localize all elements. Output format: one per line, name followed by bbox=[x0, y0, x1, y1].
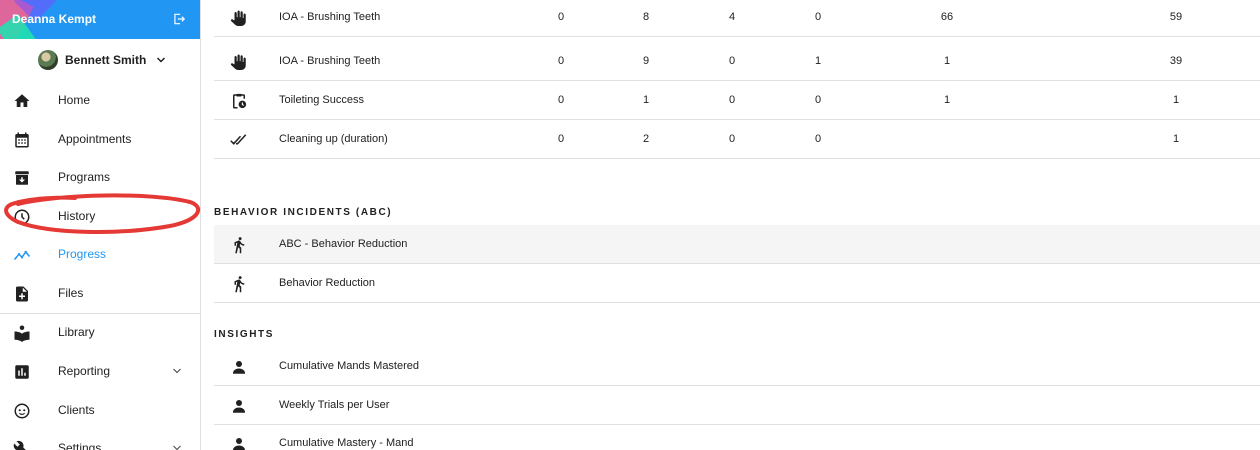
table-row[interactable]: Toileting Success 0 1 0 0 1 1 bbox=[214, 81, 1260, 120]
nav-label: Home bbox=[58, 93, 91, 107]
section-title-insights: INSIGHTS bbox=[214, 329, 275, 340]
cell-value: 1 bbox=[1172, 133, 1180, 145]
cell-value: 0 bbox=[728, 55, 736, 67]
row-name: Behavior Reduction bbox=[279, 277, 376, 289]
nav-progress[interactable]: Progress bbox=[0, 235, 200, 273]
cell-value: 0 bbox=[557, 11, 565, 23]
file-add-icon bbox=[16, 286, 28, 302]
clipboard-clock-icon bbox=[233, 93, 247, 109]
nav-label: Settings bbox=[58, 441, 102, 450]
avatar bbox=[38, 50, 58, 70]
section-title-behavior: BEHAVIOR INCIDENTS (ABC) bbox=[214, 207, 393, 218]
nav-appointments[interactable]: Appointments bbox=[0, 120, 200, 158]
row-name: Cumulative Mastery - Mand bbox=[279, 437, 414, 449]
sidebar-header: Deanna Kempt bbox=[0, 0, 200, 39]
cell-value: 2 bbox=[642, 133, 650, 145]
table-row[interactable]: IOA - Brushing Teeth 0 8 4 0 66 59 bbox=[214, 0, 1260, 37]
running-person-icon bbox=[234, 237, 245, 254]
face-icon bbox=[14, 403, 30, 419]
nav-clients[interactable]: Clients bbox=[0, 391, 200, 429]
list-item[interactable]: Weekly Trials per User bbox=[214, 386, 1260, 425]
row-name: IOA - Brushing Teeth bbox=[279, 55, 381, 67]
row-name: Weekly Trials per User bbox=[279, 399, 390, 411]
nav-label: Appointments bbox=[58, 132, 132, 146]
cell-value: 1 bbox=[943, 55, 951, 67]
nav-reporting[interactable]: Reporting bbox=[0, 352, 200, 390]
nav-label: Progress bbox=[58, 247, 107, 261]
cell-value: 0 bbox=[557, 94, 565, 106]
list-item[interactable]: Cumulative Mastery - Mand bbox=[214, 424, 1260, 450]
hand-icon bbox=[230, 10, 246, 26]
table-row[interactable]: Cleaning up (duration) 0 2 0 0 1 bbox=[214, 120, 1260, 159]
row-name: IOA - Brushing Teeth bbox=[279, 11, 381, 23]
annotation-circle bbox=[4, 193, 201, 234]
profile-name: Bennett Smith bbox=[65, 53, 147, 67]
cell-value: 0 bbox=[728, 94, 736, 106]
logout-icon[interactable] bbox=[172, 12, 186, 26]
book-reader-icon bbox=[14, 325, 30, 342]
list-item[interactable]: Cumulative Mands Mastered bbox=[214, 347, 1260, 386]
cell-value: 1 bbox=[642, 94, 650, 106]
list-item[interactable]: Behavior Reduction bbox=[214, 264, 1260, 303]
wrench-icon bbox=[13, 440, 26, 450]
cell-value: 39 bbox=[1169, 55, 1183, 67]
bar-chart-icon bbox=[15, 365, 29, 379]
cell-value: 0 bbox=[814, 133, 822, 145]
running-person-icon bbox=[234, 276, 245, 293]
chevron-down-icon bbox=[157, 57, 166, 63]
row-name: Cumulative Mands Mastered bbox=[279, 360, 420, 372]
nav-settings[interactable]: Settings bbox=[0, 429, 200, 450]
cell-value: 66 bbox=[940, 11, 954, 23]
cell-value: 0 bbox=[557, 55, 565, 67]
cell-value: 0 bbox=[557, 133, 565, 145]
home-icon bbox=[14, 94, 30, 107]
current-user-name: Deanna Kempt bbox=[12, 12, 97, 26]
nav-label: Clients bbox=[58, 403, 95, 417]
cell-value: 9 bbox=[642, 55, 650, 67]
cell-value: 0 bbox=[814, 94, 822, 106]
row-name: Toileting Success bbox=[279, 94, 364, 106]
hand-icon bbox=[230, 54, 246, 70]
cell-value: 4 bbox=[728, 11, 736, 23]
row-name: ABC - Behavior Reduction bbox=[279, 238, 408, 250]
row-name: Cleaning up (duration) bbox=[279, 133, 388, 145]
chevron-down-icon bbox=[173, 445, 181, 450]
chevron-down-icon bbox=[173, 368, 181, 374]
cell-value: 59 bbox=[1169, 11, 1183, 23]
nav-label: Programs bbox=[58, 170, 111, 184]
cell-value: 0 bbox=[814, 11, 822, 23]
main-content: IOA - Brushing Teeth 0 8 4 0 66 59 IOA -… bbox=[201, 0, 1260, 450]
double-check-icon bbox=[230, 134, 247, 145]
person-icon bbox=[233, 438, 245, 450]
nav-files[interactable]: Files bbox=[0, 274, 200, 312]
archive-icon bbox=[15, 171, 29, 185]
nav-label: Files bbox=[58, 286, 84, 300]
cell-value: 1 bbox=[943, 94, 951, 106]
person-icon bbox=[233, 400, 245, 413]
nav-label: Library bbox=[58, 325, 95, 339]
cell-value: 0 bbox=[728, 133, 736, 145]
trending-icon bbox=[13, 250, 31, 260]
nav-label: Reporting bbox=[58, 364, 111, 378]
cell-value: 1 bbox=[814, 55, 822, 67]
cell-value: 1 bbox=[1172, 94, 1180, 106]
list-item[interactable]: ABC - Behavior Reduction bbox=[214, 225, 1260, 264]
person-icon bbox=[233, 361, 245, 374]
nav-library[interactable]: Library bbox=[0, 313, 200, 351]
calendar-icon bbox=[15, 132, 29, 148]
profile-selector[interactable]: Bennett Smith bbox=[38, 49, 167, 71]
cell-value: 8 bbox=[642, 11, 650, 23]
nav-home[interactable]: Home bbox=[0, 81, 200, 119]
table-row[interactable]: IOA - Brushing Teeth 0 9 0 1 1 39 bbox=[214, 42, 1260, 81]
